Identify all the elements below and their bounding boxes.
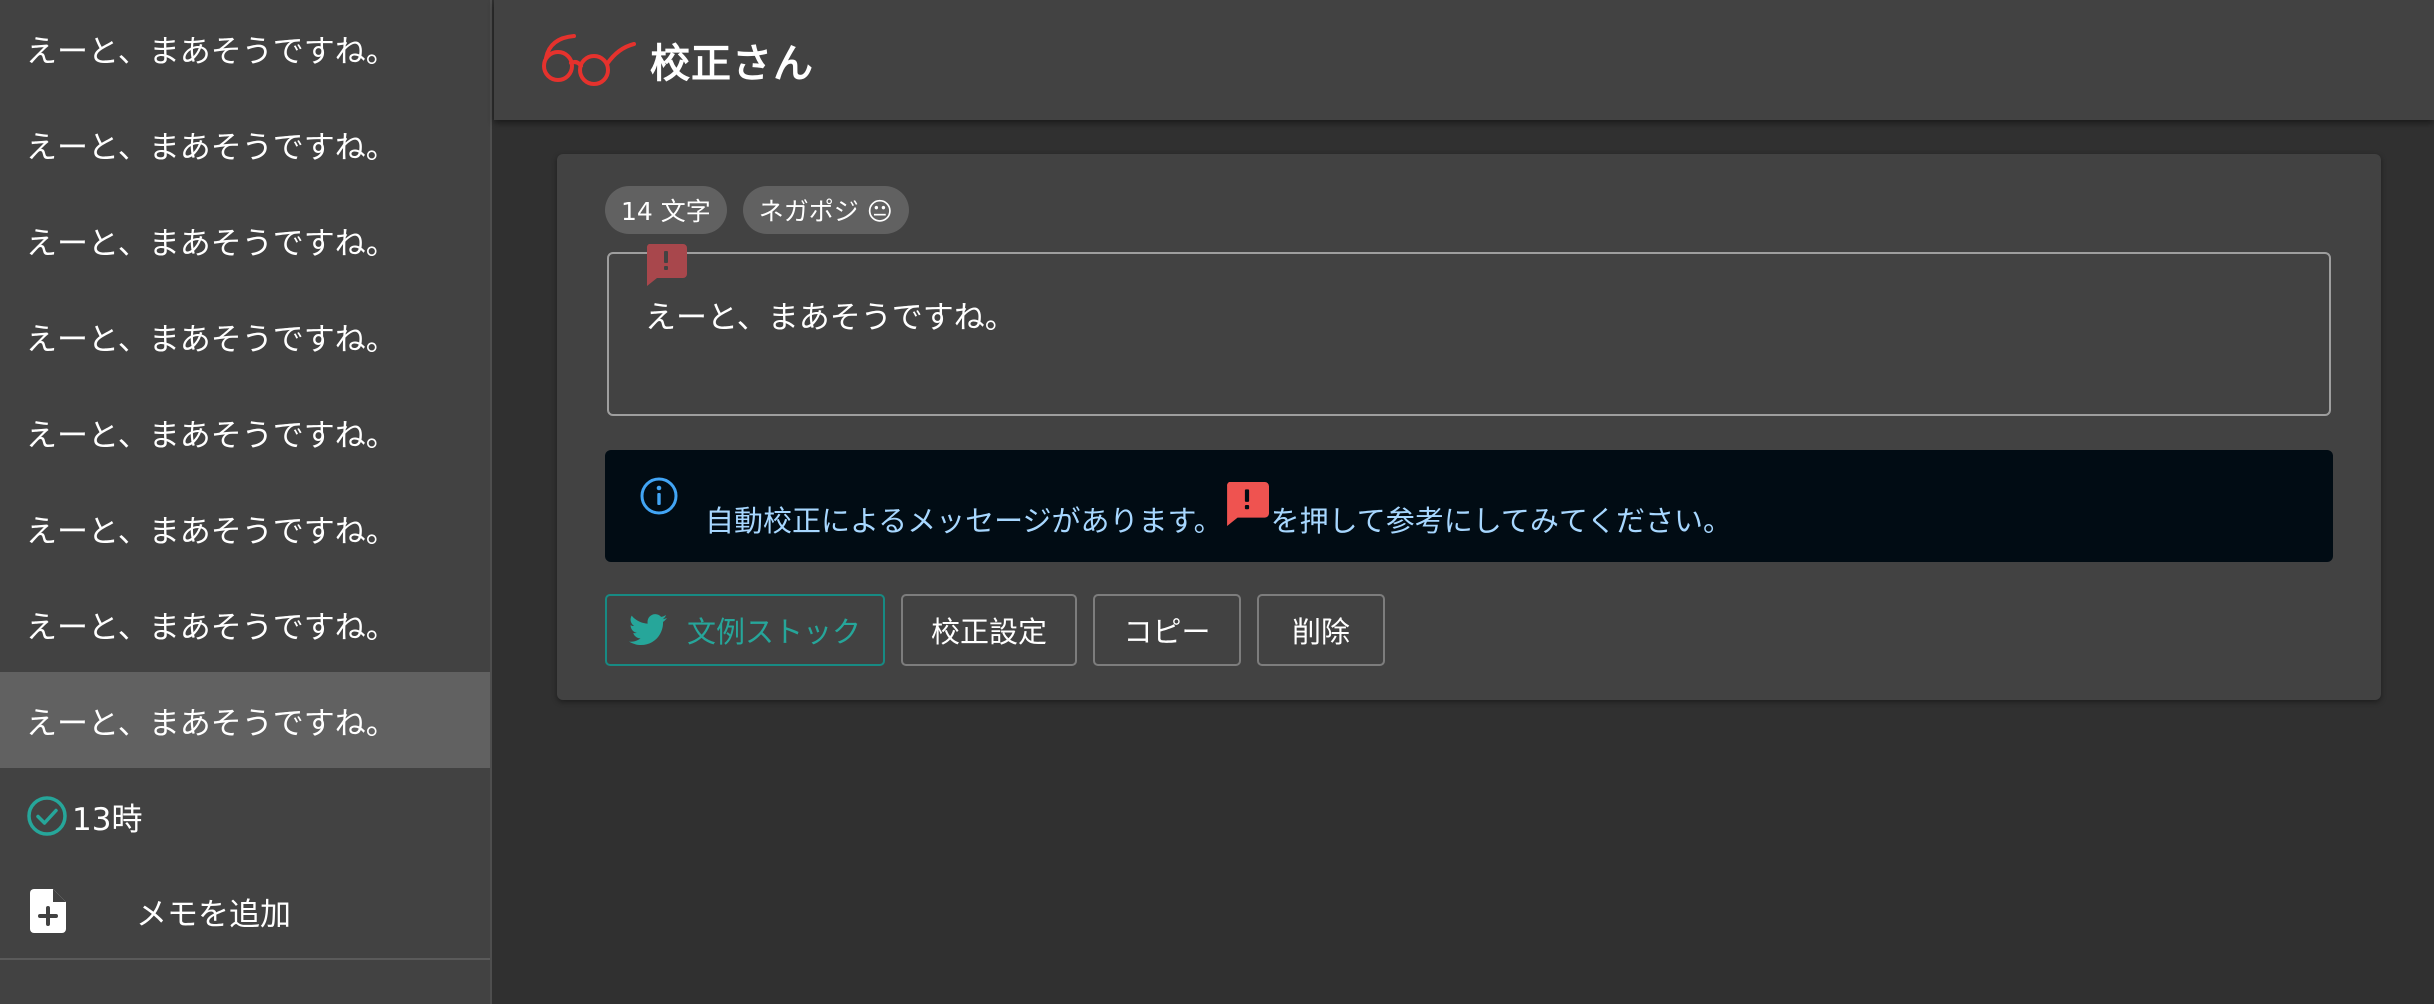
sentiment-chip: ネガポジ 😐	[742, 186, 909, 234]
glasses-icon	[542, 34, 636, 86]
memo-text: えーと、まあそうですね。	[645, 300, 1016, 336]
sidebar: えーと、まあそうですね。 えーと、まあそうですね。 えーと、まあそうですね。 え…	[0, 0, 492, 1004]
memo-list-item-selected[interactable]: えーと、まあそうですね。	[0, 672, 490, 768]
memo-list-item[interactable]: えーと、まあそうですね。	[0, 576, 490, 672]
delete-button[interactable]: 削除	[1257, 594, 1385, 666]
stock-button-label: 文例ストック	[686, 615, 861, 649]
info-icon	[640, 477, 678, 515]
chip-row: 14 文字 ネガポジ 😐	[605, 186, 909, 234]
memo-list-item[interactable]: えーと、まあそうですね。	[0, 96, 490, 192]
proofread-settings-button[interactable]: 校正設定	[901, 594, 1077, 666]
app-title: 校正さん	[650, 41, 814, 87]
app-bar: 校正さん	[494, 0, 2434, 120]
time-group-header: 13時	[0, 768, 490, 864]
add-memo-button[interactable]: メモを追加	[0, 864, 490, 960]
add-file-icon	[30, 889, 66, 933]
memo-list-item[interactable]: えーと、まあそうですね。	[0, 384, 490, 480]
char-count-chip: 14 文字	[605, 186, 727, 234]
alert-flag-icon[interactable]	[645, 244, 687, 286]
memo-editor-card: 14 文字 ネガポジ 😐 えーと、まあそうですね。 自動校正によるメッセージがあ…	[557, 154, 2381, 700]
action-button-row: 文例ストック 校正設定 コピー 削除	[605, 594, 1385, 666]
alert-text-after: を押して参考にしてみてください。	[1270, 504, 1733, 538]
memo-textarea[interactable]: えーと、まあそうですね。	[607, 244, 2331, 416]
alert-message: 自動校正によるメッセージがあります。 を押して参考にしてみてください。	[705, 480, 1732, 540]
alert-flag-icon	[1226, 482, 1269, 526]
memo-list-item[interactable]: えーと、まあそうですね。	[0, 0, 490, 96]
add-memo-label: メモを追加	[136, 896, 291, 933]
stock-button[interactable]: 文例ストック	[605, 594, 885, 666]
memo-list: えーと、まあそうですね。 えーと、まあそうですね。 えーと、まあそうですね。 え…	[0, 0, 490, 768]
time-label: 13時	[72, 801, 143, 838]
info-alert: 自動校正によるメッセージがあります。 を押して参考にしてみてください。	[605, 450, 2333, 562]
memo-list-item[interactable]: えーと、まあそうですね。	[0, 192, 490, 288]
alert-text-before: 自動校正によるメッセージがあります。	[705, 504, 1223, 538]
check-circle-icon	[27, 796, 67, 836]
twitter-bird-icon	[628, 614, 667, 646]
copy-button[interactable]: コピー	[1093, 594, 1241, 666]
memo-list-item[interactable]: えーと、まあそうですね。	[0, 288, 490, 384]
memo-list-item[interactable]: えーと、まあそうですね。	[0, 480, 490, 576]
